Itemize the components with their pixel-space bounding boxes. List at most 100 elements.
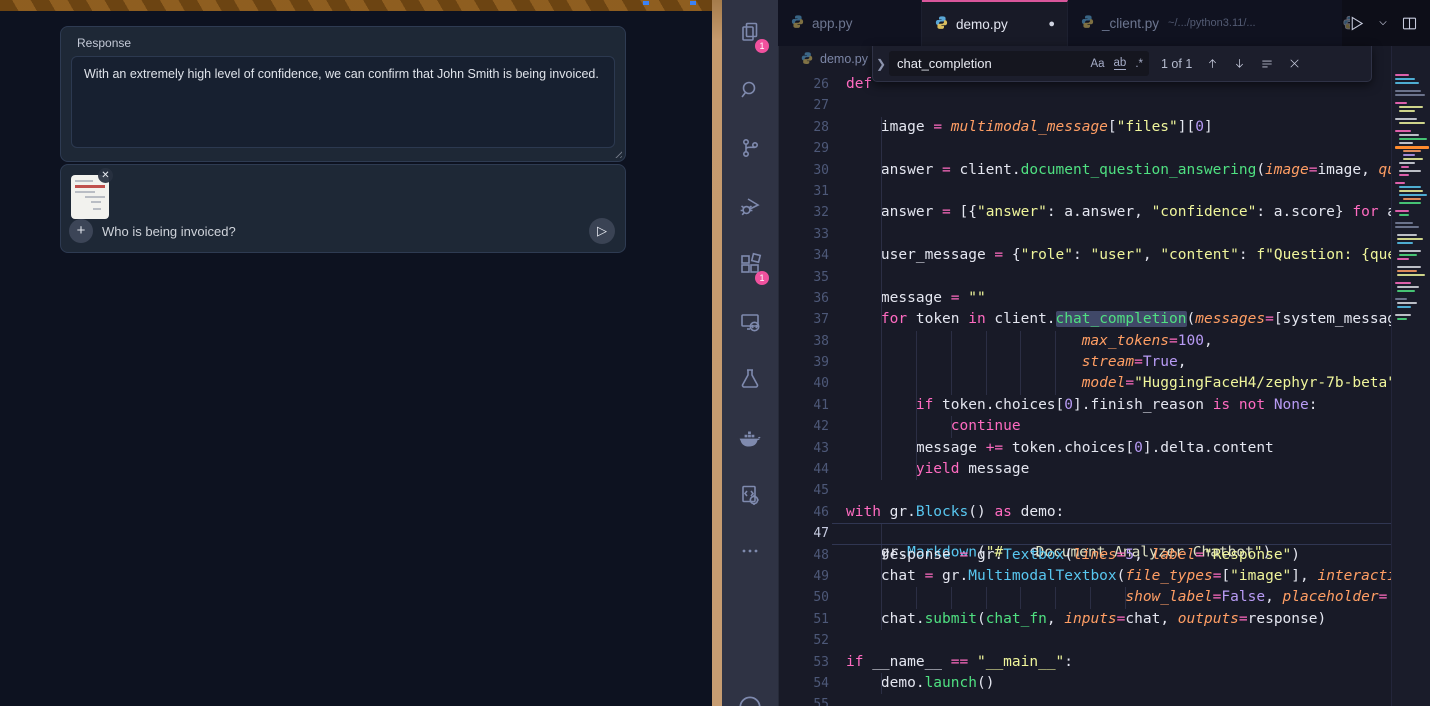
line-number: 31	[778, 181, 829, 202]
pane-divider[interactable]	[712, 0, 722, 706]
code-line[interactable]: answer = client.document_question_answer…	[846, 160, 1392, 181]
tab-app.py[interactable]: app.py	[778, 0, 922, 46]
line-number: 49	[778, 566, 829, 587]
remote-explorer-icon[interactable]	[722, 294, 778, 350]
find-in-selection-icon[interactable]	[1260, 57, 1274, 71]
code-line[interactable]: demo.launch()	[846, 673, 1392, 694]
send-button[interactable]: ▷	[589, 218, 615, 244]
indent-guide	[881, 245, 882, 266]
code-line[interactable]: show_label=False, placeholder=	[846, 587, 1392, 608]
whole-word-toggle[interactable]: ab	[1114, 57, 1127, 70]
indent-guide	[881, 202, 882, 223]
match-case-toggle[interactable]: Aa	[1090, 58, 1104, 70]
run-dropdown-chevron-icon[interactable]	[1378, 18, 1388, 28]
line-number: 39	[778, 352, 829, 373]
code-tool-icon[interactable]	[722, 467, 778, 523]
indent-guide	[986, 331, 987, 352]
code-line[interactable]: message = ""	[846, 288, 1392, 309]
run-debug-icon[interactable]	[722, 178, 778, 234]
code-line[interactable]: message += token.choices[0].delta.conten…	[846, 438, 1392, 459]
response-textarea[interactable]: With an extremely high level of confiden…	[71, 56, 615, 148]
code-line[interactable]: if token.choices[0].finish_reason is not…	[846, 395, 1392, 416]
code-line[interactable]	[846, 95, 1392, 116]
indent-guide	[881, 545, 882, 566]
line-number: 43	[778, 438, 829, 459]
code-line[interactable]: with gr.Blocks() as demo:	[846, 502, 1392, 523]
code-line[interactable]: yield message	[846, 459, 1392, 480]
code-line[interactable]: user_message = {"role": "user", "content…	[846, 245, 1392, 266]
previous-match-icon[interactable]	[1206, 57, 1219, 70]
source-control-icon[interactable]	[722, 120, 778, 176]
code-line[interactable]	[846, 267, 1392, 288]
tab-demo.py[interactable]: demo.py●	[922, 0, 1068, 46]
line-number: 28	[778, 117, 829, 138]
docker-icon[interactable]	[722, 410, 778, 466]
code-line[interactable]	[846, 224, 1392, 245]
indent-guide	[881, 352, 882, 373]
find-query-text[interactable]: chat_completion	[897, 56, 1081, 71]
code-line[interactable]	[846, 480, 1392, 501]
line-number: 48	[778, 545, 829, 566]
remove-attachment-icon[interactable]: ✕	[98, 168, 113, 183]
code-line[interactable]	[846, 630, 1392, 651]
overflow-tab-python-icon	[1342, 15, 1350, 31]
line-number: 47	[778, 523, 829, 544]
add-file-button[interactable]: +	[69, 219, 93, 243]
gutter: 2627282930313233343536373839404142434445…	[778, 74, 846, 706]
code-line[interactable]: gr.Markdown("# Document Analyzer Chatbot…	[846, 523, 1392, 544]
code-line[interactable]: stream=True,	[846, 352, 1392, 373]
more-actions-icon[interactable]	[722, 523, 778, 579]
modified-dot-icon[interactable]: ●	[1048, 18, 1055, 30]
indent-guide	[986, 587, 987, 608]
account-icon[interactable]	[722, 677, 778, 706]
explorer-icon[interactable]: 1	[722, 4, 778, 60]
indent-guide	[881, 224, 882, 245]
line-number: 46	[778, 502, 829, 523]
indent-guide	[881, 673, 882, 694]
line-number: 37	[778, 309, 829, 330]
indent-guide	[881, 331, 882, 352]
line-number: 30	[778, 160, 829, 181]
code-line[interactable]: chat.submit(chat_fn, inputs=chat, output…	[846, 609, 1392, 630]
code-line[interactable]: continue	[846, 416, 1392, 437]
indent-guide	[916, 331, 917, 352]
code-line[interactable]: answer = [{"answer": a.answer, "confiden…	[846, 202, 1392, 223]
close-find-icon[interactable]	[1288, 57, 1301, 70]
explorer-badge: 1	[755, 39, 769, 53]
toggle-replace-chevron-icon[interactable]: ❯	[873, 57, 889, 71]
indent-guide	[951, 587, 952, 608]
code-line[interactable]: if __name__ == "__main__":	[846, 652, 1392, 673]
code-line[interactable]	[846, 181, 1392, 202]
extensions-icon[interactable]: 1	[722, 236, 778, 292]
code-line[interactable]: model="HuggingFaceH4/zephyr-7b-beta"	[846, 373, 1392, 394]
titlebar-speck	[643, 1, 649, 5]
tab-_client.py[interactable]: _client.py~/.../python3.11/...	[1068, 0, 1358, 46]
run-python-file-icon[interactable]	[1348, 15, 1365, 32]
indent-guide	[916, 373, 917, 394]
regex-toggle[interactable]: .*	[1135, 58, 1143, 70]
tab-label: app.py	[812, 16, 853, 31]
find-input[interactable]: chat_completion Aa ab .*	[889, 51, 1149, 76]
minimap[interactable]	[1391, 46, 1430, 706]
code-line[interactable]: max_tokens=100,	[846, 331, 1392, 352]
split-editor-icon[interactable]	[1401, 15, 1418, 32]
breadcrumb-file[interactable]: demo.py	[820, 52, 868, 66]
search-icon[interactable]	[722, 62, 778, 118]
code-line[interactable]: for token in client.chat_completion(mess…	[846, 309, 1392, 330]
indent-guide	[916, 438, 917, 459]
line-number: 54	[778, 673, 829, 694]
code-line[interactable]	[846, 138, 1392, 159]
code-line[interactable]: chat = gr.MultimodalTextbox(file_types=[…	[846, 566, 1392, 587]
indent-guide	[916, 352, 917, 373]
editor-actions	[1342, 0, 1430, 46]
code-line[interactable]	[846, 694, 1392, 706]
resize-handle[interactable]	[613, 149, 622, 158]
code-editor[interactable]: def image = multimodal_message["files"][…	[846, 74, 1392, 706]
testing-beaker-icon[interactable]	[722, 351, 778, 407]
indent-guide	[986, 352, 987, 373]
next-match-icon[interactable]	[1233, 57, 1246, 70]
python-file-icon	[1080, 14, 1095, 32]
code-line[interactable]: response = gr.Textbox(lines=5, label="Re…	[846, 545, 1392, 566]
code-line[interactable]: image = multimodal_message["files"][0]	[846, 117, 1392, 138]
chat-input[interactable]: Who is being invoiced?	[102, 224, 236, 239]
